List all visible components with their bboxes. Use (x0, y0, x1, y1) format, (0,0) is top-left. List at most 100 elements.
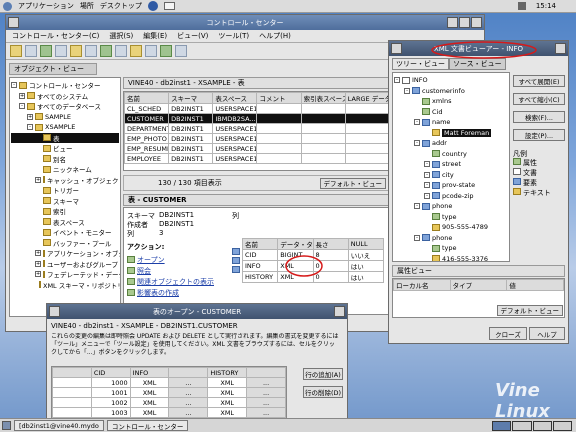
menu-applications[interactable]: アプリケーション (18, 1, 74, 11)
tree-item[interactable]: + すべてのシステム (11, 91, 119, 102)
browse-button[interactable]: ... (246, 377, 286, 388)
browse-button[interactable]: ... (168, 377, 209, 388)
window-menu-icon[interactable] (391, 43, 402, 54)
tree-item[interactable]: 表スペース (11, 217, 119, 228)
table-row[interactable]: EMPLOYEE DB2INST1 USERSPACE1 (124, 153, 390, 164)
open-table-titlebar[interactable]: 表のオープン - CUSTOMER (47, 304, 347, 319)
tree-item[interactable]: + フェデレーテッド・データ (11, 269, 120, 280)
tree-item[interactable]: ニックネーム (11, 164, 119, 175)
expand-all-button[interactable]: すべて展開(E) (513, 75, 565, 87)
xml-node[interactable]: 905-555-4789 (394, 222, 508, 233)
tool-icon[interactable] (25, 45, 37, 57)
column-header[interactable]: コメント (256, 92, 302, 104)
minimize-button[interactable] (447, 17, 458, 28)
column-header[interactable]: 索引表スペース (300, 92, 346, 104)
action-item[interactable]: 影響表の作成 (127, 287, 227, 298)
tree-item[interactable]: + SAMPLE (11, 112, 119, 123)
column-header[interactable]: 値 (506, 279, 564, 291)
expander-icon[interactable]: - (414, 234, 420, 241)
help-button[interactable]: ヘルプ (529, 327, 565, 340)
expander-icon[interactable]: + (19, 92, 25, 99)
browse-button[interactable]: ... (246, 407, 286, 418)
tree-item[interactable]: + ユーザーおよびグループ・オ (11, 259, 120, 270)
column-header[interactable]: 表スペース (212, 92, 258, 104)
table-cell[interactable]: XML (129, 407, 170, 418)
tool-icon[interactable] (115, 45, 127, 57)
show-desktop-icon[interactable] (2, 421, 11, 430)
tree-item[interactable]: 表 (11, 132, 119, 143)
expander-icon[interactable]: + (35, 250, 41, 257)
column-header[interactable]: ローカル名 (393, 279, 451, 291)
column-header[interactable]: スキーマ (168, 92, 214, 104)
action-link[interactable]: 影響表の作成 (137, 288, 179, 298)
tree-item[interactable]: スキーマ (11, 196, 119, 207)
expander-icon[interactable]: - (27, 124, 33, 131)
expander-icon[interactable]: - (424, 182, 430, 189)
tree-item[interactable]: トリガー (11, 185, 119, 196)
xml-node[interactable]: Matt Foreman (394, 128, 508, 139)
tree-item[interactable]: 索引 (11, 206, 119, 217)
object-view-tab[interactable]: オブジェクト・ビュー (9, 63, 97, 75)
row-selector[interactable] (52, 377, 92, 388)
xml-node[interactable]: type (394, 212, 508, 223)
xml-node[interactable]: - pcode-zip (394, 191, 508, 202)
action-link[interactable]: オープン (137, 255, 165, 265)
table-cell[interactable]: 1002 (90, 397, 131, 408)
xml-node[interactable]: 416-555-3376 (394, 254, 508, 261)
expander-icon[interactable]: - (414, 140, 420, 147)
column-header[interactable]: HISTORY (207, 367, 248, 378)
default-view-button[interactable]: デフォルト・ビュー (496, 304, 563, 316)
table-cell[interactable]: XML (207, 407, 248, 418)
tree-item[interactable]: イベント・モニター (11, 227, 119, 238)
expander-icon[interactable]: - (404, 87, 410, 94)
expander-icon[interactable]: + (27, 113, 33, 120)
action-item[interactable]: 照会 (127, 265, 227, 276)
taskbar-control-center[interactable]: コントロール・センター (106, 420, 189, 431)
table-cell[interactable]: XML (207, 397, 248, 408)
xml-node[interactable]: country (394, 149, 508, 160)
maximize-button[interactable] (459, 17, 470, 28)
row-selector[interactable] (52, 397, 92, 408)
xml-node[interactable]: type (394, 243, 508, 254)
browse-button[interactable]: ... (168, 407, 209, 418)
action-link[interactable]: 照会 (137, 266, 151, 276)
table-row[interactable]: 1002 XML... XML... (52, 397, 286, 408)
column-header[interactable]: CID (90, 367, 131, 378)
close-button[interactable] (334, 306, 345, 317)
table-row[interactable]: CUSTOMER DB2INST1 IBMDB2SA... (124, 113, 390, 124)
collapse-all-button[interactable]: すべて縮小(C) (513, 93, 565, 105)
expander-icon[interactable]: - (424, 171, 430, 178)
xml-node[interactable]: - prov-state (394, 180, 508, 191)
menu-select[interactable]: 選択(S) (109, 31, 133, 41)
xml-node[interactable]: Cid (394, 107, 508, 118)
action-item[interactable]: 関連オブジェクトの表示 (127, 276, 227, 287)
default-view-button[interactable]: デフォルト・ビュー (319, 177, 386, 189)
browser-icon[interactable] (147, 1, 158, 11)
close-dialog-button[interactable]: クローズ (489, 327, 527, 340)
xml-node[interactable]: - phone (394, 201, 508, 212)
tree-item[interactable]: XML スキーマ・リポジトリー (11, 280, 120, 291)
tree-item[interactable]: + アプリケーション・オブジェ (11, 248, 120, 259)
action-link[interactable]: 関連オブジェクトの表示 (137, 277, 214, 287)
menu-edit[interactable]: 編集(E) (143, 31, 167, 41)
expander-icon[interactable]: + (35, 271, 41, 278)
tree-item[interactable]: - すべてのデータベース (11, 101, 119, 112)
tree-item[interactable]: - コントロール・センター (11, 80, 119, 91)
tree-item[interactable]: バッファー・プール (11, 238, 119, 249)
table-row[interactable]: 1001 XML... XML... (52, 387, 286, 398)
table-row[interactable]: 1003 XML... XML... (52, 407, 286, 418)
column-header[interactable]: 名前 (124, 92, 170, 104)
table-row[interactable]: EMP_RESUME DB2INST1 USERSPACE1 (124, 143, 390, 154)
menu-view[interactable]: ビュー(V) (177, 31, 208, 41)
folder-icon[interactable] (10, 45, 22, 57)
row-selector[interactable] (52, 407, 92, 418)
expander-icon[interactable]: - (414, 203, 420, 210)
tree-item[interactable]: 別名 (11, 154, 119, 165)
menu-control-center[interactable]: コントロール・センター(C) (12, 31, 99, 41)
column-header[interactable]: データ・タイプ (277, 238, 314, 250)
column-header[interactable]: 長さ (312, 238, 349, 250)
tree-item[interactable]: + キャッシュ・オブジェクト (11, 175, 120, 186)
column-header[interactable]: 名前 (241, 238, 279, 250)
expander-icon[interactable]: - (424, 161, 430, 168)
tree-item[interactable]: ビュー (11, 143, 119, 154)
